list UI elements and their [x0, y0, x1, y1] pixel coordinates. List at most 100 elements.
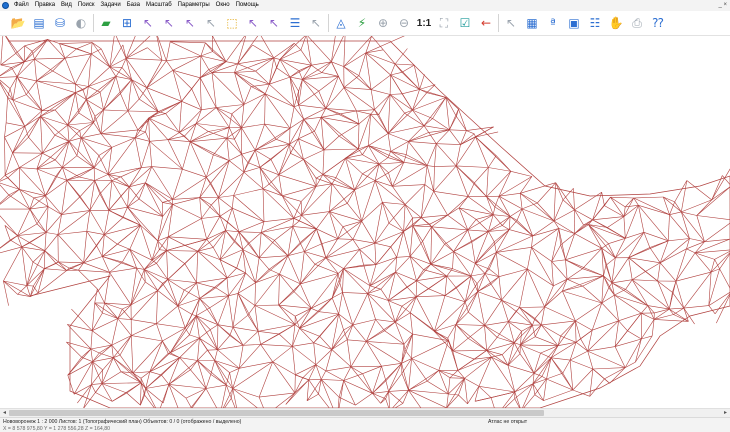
print-icon[interactable]: ⎙ [628, 14, 646, 32]
mesh-edge [12, 136, 29, 154]
deselect-icon[interactable]: ↖ [307, 14, 325, 32]
open-folder-icon[interactable]: 📂 [9, 14, 27, 32]
mesh-edge [40, 116, 43, 154]
mesh-edge [45, 179, 67, 196]
attributes-icon[interactable]: ☷ [586, 14, 604, 32]
mesh-edge [79, 196, 91, 211]
select-layer-icon[interactable]: ⊞ [118, 14, 136, 32]
horizontal-scrollbar[interactable]: ◂ ▸ [0, 408, 730, 417]
menu-search[interactable]: Поиск [75, 0, 98, 11]
mesh-edge [557, 320, 576, 346]
mesh-edge [411, 334, 413, 359]
mesh-edge [404, 204, 413, 219]
select-add-icon[interactable]: ↖ [160, 14, 178, 32]
help-cursor-icon[interactable]: ⁇ [649, 14, 667, 32]
object-list-icon[interactable]: ☰ [286, 14, 304, 32]
zoom-out-icon[interactable]: ⊖ [395, 14, 413, 32]
zoom-extents-icon[interactable]: ⛶ [435, 14, 453, 32]
mesh-edge [366, 341, 382, 367]
mesh-edge [278, 174, 283, 196]
zoom-in-icon[interactable]: ⊕ [374, 14, 392, 32]
hand-pan-icon[interactable]: ✋ [607, 14, 625, 32]
mesh-edge [221, 385, 227, 408]
menu-edit[interactable]: Правка [32, 0, 58, 11]
mesh-edge [127, 79, 132, 112]
window-controls[interactable]: _ × [718, 0, 727, 10]
edit-layer-icon[interactable]: ▰ [97, 14, 115, 32]
label-a-icon[interactable]: ª [544, 14, 562, 32]
menu-parameters[interactable]: Параметры [175, 0, 213, 11]
select-remove-icon[interactable]: ↖ [181, 14, 199, 32]
app-logo-icon[interactable] [2, 2, 9, 9]
mesh-edge [88, 76, 117, 87]
table-icon[interactable]: ▦ [523, 14, 541, 32]
globe-icon[interactable]: ◐ [72, 14, 90, 32]
mesh-edge [641, 312, 655, 320]
mesh-edge [86, 231, 97, 247]
select-cursor-icon[interactable]: ↖ [139, 14, 157, 32]
menu-window[interactable]: Окно [213, 0, 233, 11]
mesh-edge [476, 273, 486, 284]
select-frame-icon[interactable]: ⬚ [223, 14, 241, 32]
menu-tasks[interactable]: Задачи [98, 0, 124, 11]
mesh-edge [83, 256, 103, 264]
mesh-edge [184, 327, 190, 336]
mesh-edge [138, 87, 148, 100]
menu-scale[interactable]: Масштаб [143, 0, 175, 11]
mesh-edge [458, 108, 467, 131]
label-frame-icon[interactable]: ▣ [565, 14, 583, 32]
mesh-edge [54, 92, 76, 111]
mesh-edge [430, 251, 454, 265]
menu-database[interactable]: База [124, 0, 143, 11]
mesh-edge [366, 330, 385, 342]
select-line-icon[interactable]: ↖ [265, 14, 283, 32]
mesh-edge [29, 208, 38, 225]
database-icon[interactable]: ⛁ [51, 14, 69, 32]
mesh-edge [540, 345, 559, 354]
select-disabled-icon[interactable]: ↖ [202, 14, 220, 32]
menu-file[interactable]: Файл [11, 0, 32, 11]
mesh-edge [427, 165, 435, 167]
terrain-model-icon[interactable]: ◬ [332, 14, 350, 32]
mesh-edge [406, 280, 417, 288]
mesh-edge [166, 245, 185, 251]
mesh-edge [0, 76, 18, 78]
back-arrow-icon[interactable]: ← [477, 14, 495, 32]
mesh-edge [304, 243, 323, 252]
menu-help[interactable]: Помощь [233, 0, 262, 11]
tin-mesh [0, 36, 730, 408]
mesh-edge [378, 114, 389, 134]
mesh-edge [633, 196, 664, 199]
mesh-edge [159, 384, 170, 408]
mesh-edge [604, 378, 610, 384]
mesh-edge [369, 271, 396, 287]
map-canvas[interactable] [0, 36, 730, 408]
layers-icon[interactable]: ▤ [30, 14, 48, 32]
zoom-1-1-icon[interactable]: 1:1 [416, 14, 432, 32]
mesh-edge [304, 251, 316, 265]
mesh-edge [343, 36, 346, 67]
mesh-edge [343, 268, 368, 294]
mesh-edge [431, 214, 448, 228]
mesh-edge [372, 391, 389, 394]
mesh-edge [86, 231, 105, 235]
checkmark-icon[interactable]: ☑ [456, 14, 474, 32]
mesh-edge [268, 183, 283, 197]
lightning-icon[interactable]: ⚡ [353, 14, 371, 32]
mesh-edge [352, 319, 376, 326]
mesh-edge [125, 58, 148, 88]
select-polygon-icon[interactable]: ↖ [244, 14, 262, 32]
mesh-edge [233, 172, 245, 196]
mesh-edge [301, 186, 317, 216]
mesh-edge [132, 371, 150, 374]
mesh-edge [93, 155, 100, 168]
scroll-right-icon[interactable]: ▸ [721, 409, 730, 417]
cursor-icon[interactable]: ↖ [502, 14, 520, 32]
menu-view[interactable]: Вид [58, 0, 75, 11]
mesh-edge [589, 368, 594, 397]
mesh-edge [19, 167, 37, 170]
mesh-edge [466, 130, 475, 135]
scroll-left-icon[interactable]: ◂ [0, 409, 9, 417]
scroll-thumb[interactable] [9, 410, 544, 416]
mesh-edge [211, 204, 221, 217]
